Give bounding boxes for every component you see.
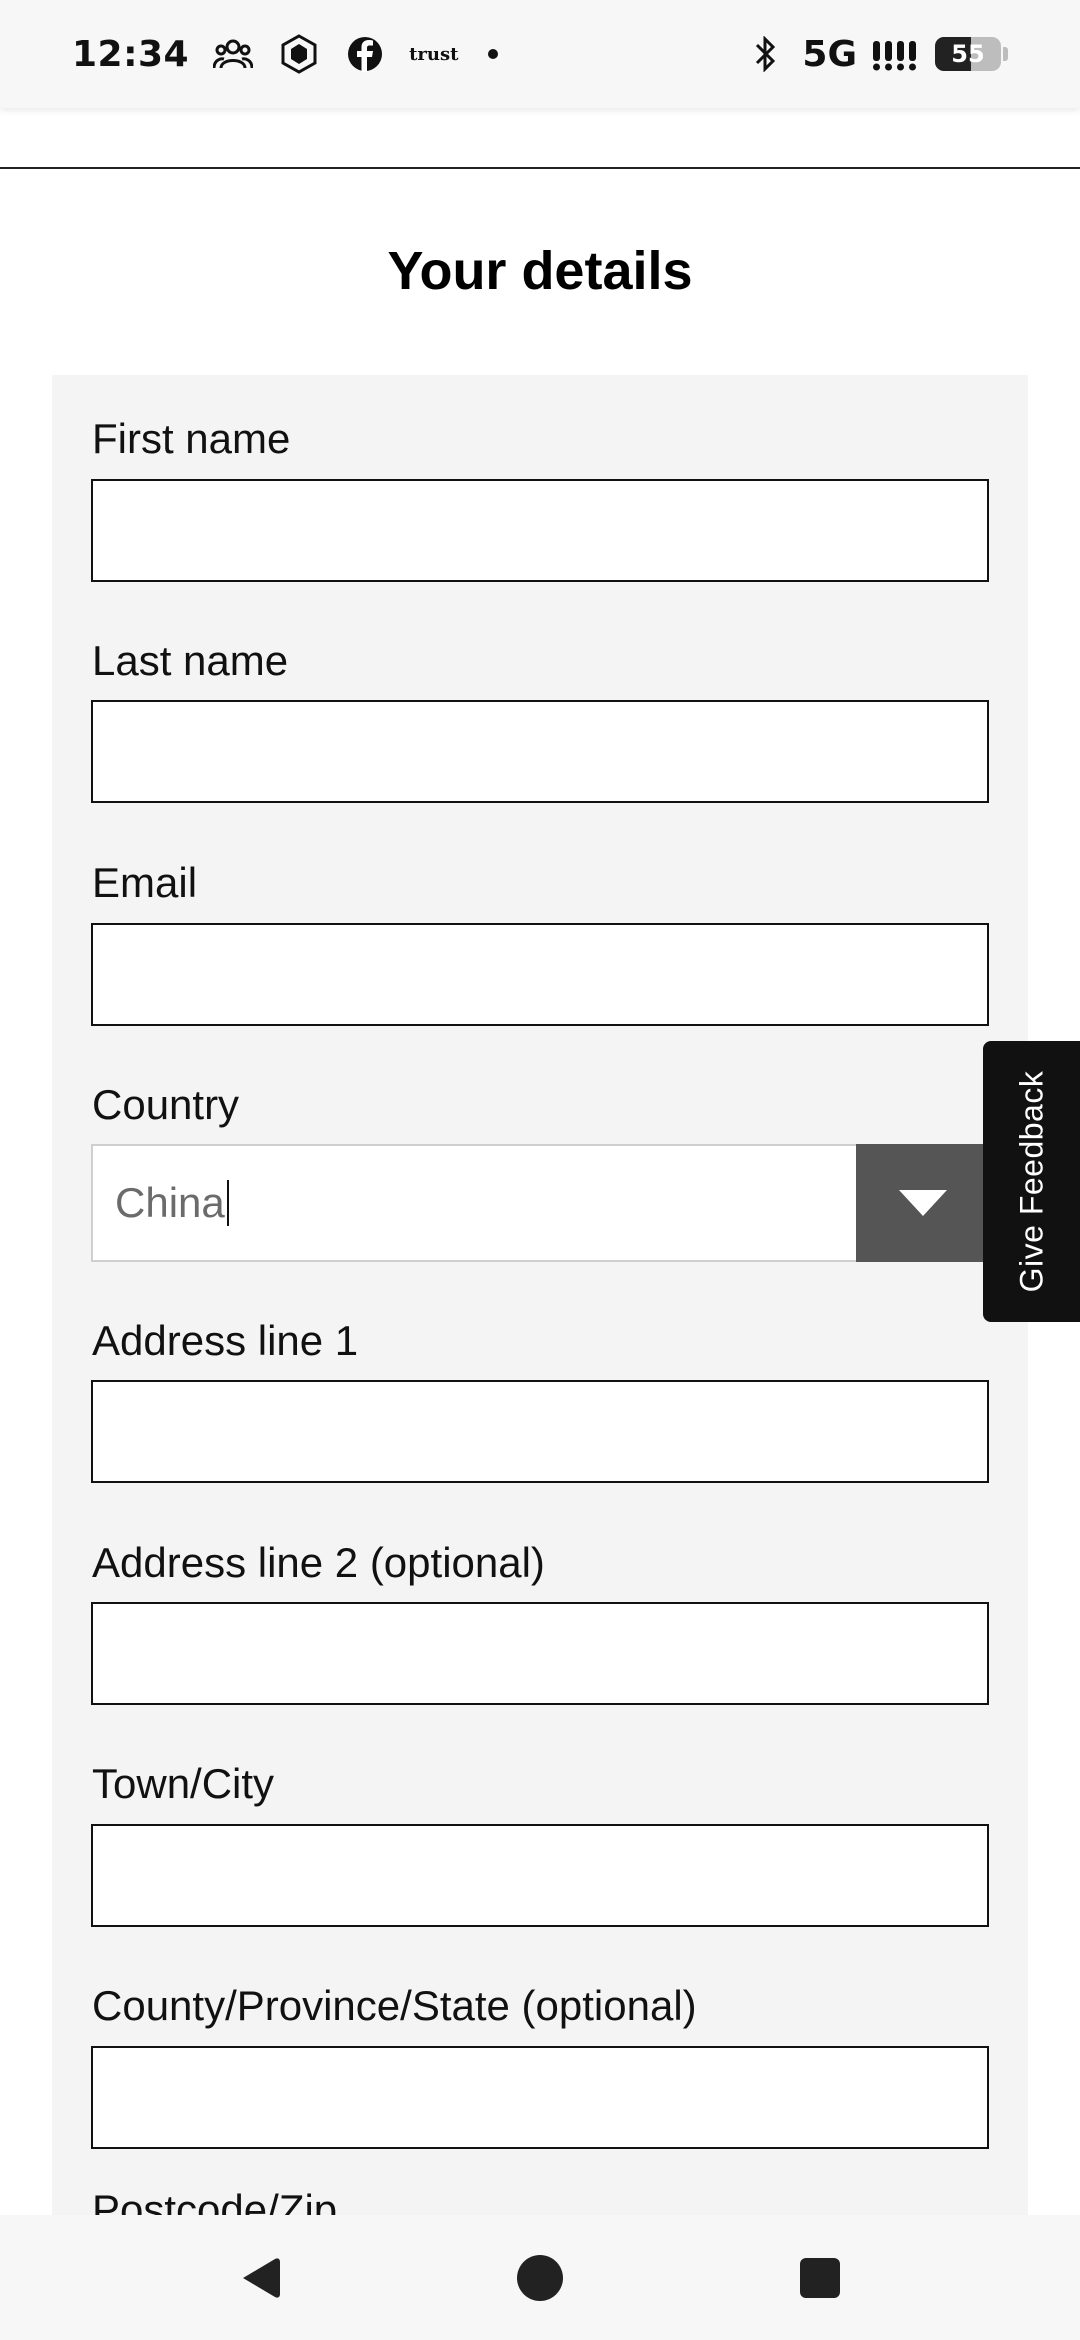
- give-feedback-label: Give Feedback: [1013, 1070, 1049, 1293]
- home-icon: [517, 2254, 563, 2301]
- bluetooth-icon: [744, 32, 788, 76]
- postcode-label: Postcode/Zip: [92, 2186, 338, 2215]
- facebook-icon: [343, 32, 387, 76]
- first-name-label: First name: [92, 415, 291, 462]
- address-line-2-field[interactable]: [91, 1602, 989, 1705]
- give-feedback-button[interactable]: Give Feedback: [983, 1041, 1080, 1322]
- address-line-1-label: Address line 1: [92, 1317, 359, 1364]
- last-name-label: Last name: [92, 637, 289, 684]
- battery-level: 55: [951, 40, 985, 68]
- page-title: Your details: [387, 241, 693, 301]
- trust-app-icon: trust: [409, 43, 459, 65]
- recents-icon: [800, 2257, 840, 2298]
- header-divider: [0, 167, 1080, 169]
- battery-tip: [1003, 47, 1008, 61]
- network-type: 5G: [802, 33, 857, 75]
- country-dropdown-button[interactable]: [856, 1144, 990, 1262]
- address-line-2-label: Address line 2 (optional): [92, 1539, 545, 1586]
- battery-indicator: 55: [935, 37, 1001, 71]
- county-province-state-label: County/Province/State (optional): [92, 1982, 697, 2029]
- address-line-1-field[interactable]: [91, 1380, 989, 1483]
- chevron-down-icon: [899, 1190, 947, 1216]
- back-button[interactable]: [200, 2215, 320, 2340]
- town-city-field[interactable]: [91, 1824, 989, 1927]
- country-select[interactable]: China: [91, 1144, 989, 1262]
- email-label: Email: [92, 859, 198, 906]
- first-name-field[interactable]: [91, 479, 989, 582]
- status-bar: 12:34 trust 5G 55: [0, 0, 1080, 108]
- home-button[interactable]: [480, 2215, 600, 2340]
- back-icon: [243, 2257, 280, 2298]
- country-select-value[interactable]: China: [115, 1146, 229, 1260]
- people-icon: [211, 32, 255, 76]
- navigation-bar: [0, 2215, 1080, 2340]
- county-province-state-field[interactable]: [91, 2046, 989, 2149]
- text-cursor: [226, 1180, 229, 1226]
- status-left: 12:34 trust: [72, 28, 499, 80]
- signal-bars-icon: [871, 32, 921, 76]
- crypto-com-icon: [277, 32, 321, 76]
- country-label: Country: [92, 1081, 240, 1128]
- last-name-field[interactable]: [91, 700, 989, 803]
- notification-dot-icon: [488, 49, 499, 59]
- town-city-label: Town/City: [92, 1760, 275, 1807]
- status-right: 5G 55: [744, 28, 1008, 80]
- status-time: 12:34: [72, 33, 190, 75]
- country-value-text: China: [115, 1179, 225, 1226]
- email-field[interactable]: [91, 923, 989, 1026]
- recents-button[interactable]: [760, 2215, 880, 2340]
